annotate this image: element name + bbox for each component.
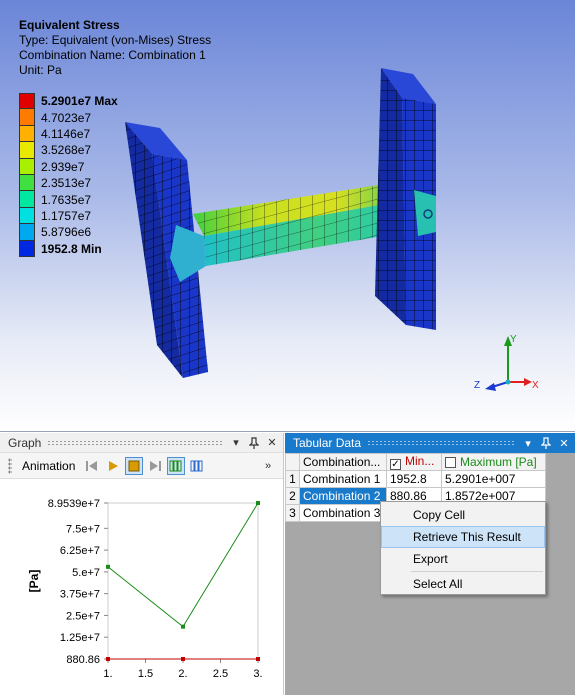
menu-item-copy-cell[interactable]: Copy Cell bbox=[381, 504, 545, 526]
y-tick-label: 5.e+7 bbox=[72, 567, 100, 579]
cell-combination[interactable]: Combination 1 bbox=[299, 470, 387, 488]
pin-icon[interactable] bbox=[247, 436, 261, 450]
max-checkbox[interactable] bbox=[445, 457, 456, 468]
column-header-max[interactable]: Maximum [Pa] bbox=[441, 453, 546, 471]
dropdown-arrow-icon[interactable]: ▾ bbox=[229, 436, 243, 450]
data-point bbox=[256, 657, 260, 661]
min-checkbox[interactable]: ✓ bbox=[390, 459, 401, 470]
data-point bbox=[181, 657, 185, 661]
plot-frame bbox=[107, 502, 259, 660]
x-tick-label: 3. bbox=[253, 668, 262, 680]
x-tick-label: 2. bbox=[178, 668, 187, 680]
y-tick-label: 2.5e+7 bbox=[66, 610, 100, 622]
animation-label: Animation bbox=[22, 458, 76, 473]
toolbar-grip[interactable] bbox=[8, 457, 12, 474]
panel-drag-grip[interactable] bbox=[47, 439, 223, 446]
result-chart[interactable]: 8.9539e+7 7.5e+7 6.25e+7 5.e+7 3.75e+7 2.5e+7… bbox=[0, 481, 284, 695]
toolbar-overflow-icon[interactable]: » bbox=[261, 459, 275, 473]
corner-cell[interactable] bbox=[285, 453, 300, 471]
cell-min[interactable]: 1952.8 bbox=[386, 470, 442, 488]
column-header-min[interactable]: ✓ Min... bbox=[386, 453, 442, 471]
tabular-panel-title: Tabular Data bbox=[293, 436, 362, 450]
data-point bbox=[256, 501, 260, 505]
cell-combination[interactable]: Combination 2 bbox=[299, 487, 387, 505]
row-number[interactable]: 3 bbox=[285, 504, 300, 522]
next-frame-icon[interactable] bbox=[146, 457, 164, 475]
data-point bbox=[181, 624, 185, 629]
axis-x-label: X bbox=[532, 380, 539, 391]
row-number[interactable]: 2 bbox=[285, 487, 300, 505]
axis-z-label: Z bbox=[474, 380, 480, 391]
previous-frame-icon[interactable] bbox=[83, 457, 101, 475]
result-sets-icon[interactable] bbox=[188, 457, 206, 475]
graphics-viewport[interactable]: Equivalent Stress Type: Equivalent (von-… bbox=[0, 0, 575, 432]
graph-panel: Graph ▾ ✕ Animation » 8.9539e+7 7.5e+7 6. bbox=[0, 433, 284, 695]
y-axis-label: [Pa] bbox=[27, 570, 41, 593]
close-icon[interactable]: ✕ bbox=[557, 436, 571, 450]
pin-icon[interactable] bbox=[539, 436, 553, 450]
x-tick-label: 1.5 bbox=[138, 668, 153, 680]
panel-drag-grip[interactable] bbox=[367, 440, 515, 446]
tabular-panel-header[interactable]: Tabular Data ▾ ✕ bbox=[285, 433, 575, 453]
axis-y-label: Y bbox=[510, 334, 517, 345]
y-tick-label: 8.9539e+7 bbox=[48, 498, 100, 510]
dropdown-arrow-icon[interactable]: ▾ bbox=[521, 436, 535, 450]
menu-item-select-all[interactable]: Select All bbox=[381, 573, 545, 595]
close-icon[interactable]: ✕ bbox=[265, 436, 279, 450]
graph-panel-title: Graph bbox=[8, 435, 42, 450]
stop-icon[interactable] bbox=[125, 456, 144, 475]
menu-item-retrieve-this-result[interactable]: Retrieve This Result bbox=[381, 526, 545, 548]
distributed-frames-icon[interactable] bbox=[167, 456, 186, 475]
axis-triad[interactable]: Y X Z bbox=[470, 330, 540, 400]
animation-toolbar: Animation » bbox=[0, 453, 283, 479]
play-icon[interactable] bbox=[104, 457, 122, 475]
cell-combination[interactable]: Combination 3 bbox=[299, 504, 387, 522]
column-header-combination[interactable]: Combination... bbox=[299, 453, 387, 471]
y-tick-label: 3.75e+7 bbox=[60, 589, 100, 601]
y-tick-label: 1.25e+7 bbox=[60, 632, 100, 644]
context-menu: Copy Cell Retrieve This Result Export Se… bbox=[380, 501, 546, 595]
series-line bbox=[107, 502, 259, 628]
x-tick-label: 2.5 bbox=[213, 668, 228, 680]
menu-item-export[interactable]: Export bbox=[381, 548, 545, 570]
y-tick-label: 880.86 bbox=[66, 654, 100, 666]
data-point bbox=[106, 657, 110, 661]
table-row[interactable]: 1 Combination 1 1952.8 5.2901e+007 bbox=[285, 470, 546, 488]
table-header-row: Combination... ✓ Min... Maximum [Pa] bbox=[285, 453, 546, 471]
row-number[interactable]: 1 bbox=[285, 470, 300, 488]
y-tick-label: 7.5e+7 bbox=[66, 523, 100, 535]
cell-max[interactable]: 5.2901e+007 bbox=[441, 470, 546, 488]
y-tick-label: 6.25e+7 bbox=[60, 545, 100, 557]
data-point bbox=[106, 564, 110, 569]
menu-separator bbox=[411, 571, 543, 572]
x-tick-label: 1. bbox=[103, 668, 112, 680]
graph-panel-header[interactable]: Graph ▾ ✕ bbox=[0, 433, 283, 453]
